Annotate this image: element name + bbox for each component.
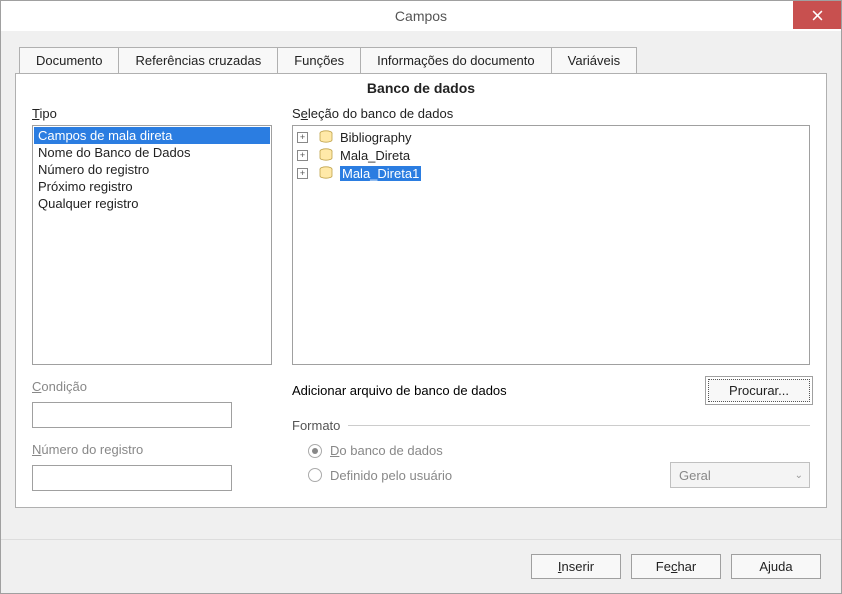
condition-label: Condição [32, 379, 272, 394]
panel-title: Banco de dados [32, 74, 810, 106]
list-item[interactable]: Campos de mala direta [34, 127, 270, 144]
radio-from-database[interactable]: Do banco de dados [292, 439, 810, 462]
db-selection-label: Seleção do banco de dados [292, 106, 810, 121]
close-icon [812, 10, 823, 21]
list-item[interactable]: Número do registro [34, 161, 270, 178]
tree-item[interactable]: + Mala_Direta1 [295, 164, 807, 182]
record-number-label: Número do registro [32, 442, 272, 457]
close-button[interactable] [793, 1, 841, 29]
condition-input[interactable] [32, 402, 232, 428]
expand-icon[interactable]: + [297, 168, 308, 179]
database-tree[interactable]: + Bibliography + Mala_Direta [292, 125, 810, 365]
tree-label: Mala_Direta [340, 148, 410, 163]
dialog-footer: Inserir Fechar Ajuda [1, 539, 841, 593]
select-value: Geral [679, 468, 711, 483]
fields-dialog: Campos Documento Referências cruzadas Fu… [0, 0, 842, 594]
tab-variaveis[interactable]: Variáveis [551, 47, 638, 73]
radio-icon [308, 444, 322, 458]
type-label: Tipo [32, 106, 272, 121]
window-title: Campos [395, 8, 447, 24]
tab-info-documento[interactable]: Informações do documento [360, 47, 552, 73]
tab-referencias[interactable]: Referências cruzadas [118, 47, 278, 73]
database-icon [318, 129, 334, 145]
type-listbox[interactable]: Campos de mala direta Nome do Banco de D… [32, 125, 272, 365]
tab-panel-database: Banco de dados Tipo Campos de mala diret… [15, 74, 827, 508]
database-icon [318, 165, 334, 181]
radio-user-defined[interactable]: Definido pelo usuário [292, 464, 452, 487]
tab-funcoes[interactable]: Funções [277, 47, 361, 73]
tab-documento[interactable]: Documento [19, 47, 119, 73]
tree-label: Mala_Direta1 [340, 166, 421, 181]
browse-button[interactable]: Procurar... [708, 379, 810, 402]
add-db-label: Adicionar arquivo de banco de dados [292, 383, 507, 398]
titlebar: Campos [1, 1, 841, 31]
close-dialog-button[interactable]: Fechar [631, 554, 721, 579]
left-column: Tipo Campos de mala direta Nome do Banco… [32, 106, 272, 491]
tab-bar: Documento Referências cruzadas Funções I… [15, 47, 827, 74]
tree-item[interactable]: + Bibliography [295, 128, 807, 146]
right-column: Seleção do banco de dados document.curre… [292, 106, 810, 491]
dialog-body: Documento Referências cruzadas Funções I… [1, 31, 841, 522]
format-group-label: Formato [292, 418, 810, 433]
database-icon [318, 147, 334, 163]
expand-icon[interactable]: + [297, 150, 308, 161]
tree-item[interactable]: + Mala_Direta [295, 146, 807, 164]
chevron-down-icon: ⌄ [795, 470, 803, 481]
format-select[interactable]: Geral ⌄ [670, 462, 810, 488]
expand-icon[interactable]: + [297, 132, 308, 143]
list-item[interactable]: Próximo registro [34, 178, 270, 195]
list-item[interactable]: Qualquer registro [34, 195, 270, 212]
radio-icon [308, 468, 322, 482]
tree-label: Bibliography [340, 130, 412, 145]
help-button[interactable]: Ajuda [731, 554, 821, 579]
list-item[interactable]: Nome do Banco de Dados [34, 144, 270, 161]
record-number-input[interactable] [32, 465, 232, 491]
insert-button[interactable]: Inserir [531, 554, 621, 579]
